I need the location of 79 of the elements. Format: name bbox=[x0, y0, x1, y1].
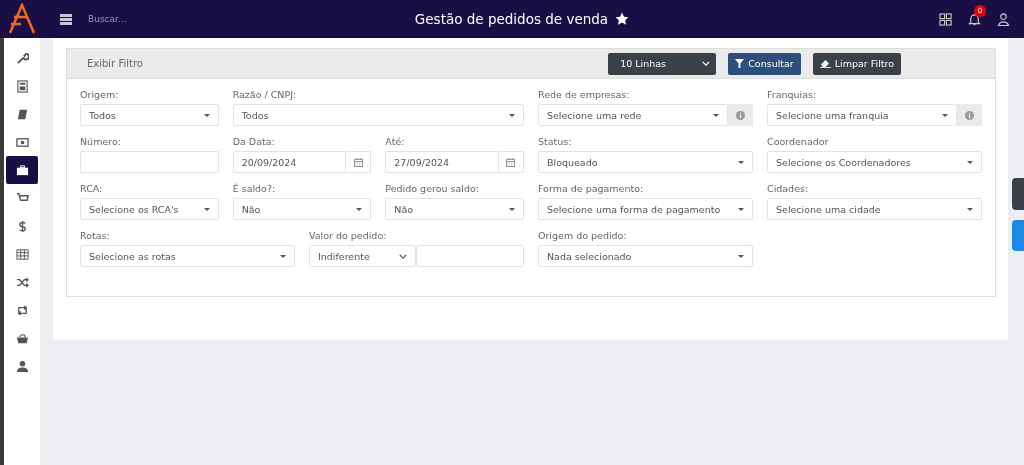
caret-icon bbox=[738, 207, 744, 211]
info-icon bbox=[965, 110, 974, 120]
user-icon bbox=[15, 359, 29, 373]
field-label: Valor do pedido: bbox=[309, 230, 388, 241]
page-title: Gestão de pedidos de venda bbox=[414, 11, 609, 27]
logo-icon bbox=[7, 3, 37, 35]
field-label: Forma de pagamento: bbox=[538, 183, 645, 194]
select-field[interactable]: Todos bbox=[232, 104, 524, 126]
filter-icon bbox=[735, 59, 745, 68]
date-field[interactable]: 27/09/2024 bbox=[385, 151, 499, 173]
select-field[interactable]: Não bbox=[232, 198, 372, 220]
caret-icon bbox=[967, 160, 973, 164]
clear-filter-button[interactable]: Limpar Filtro bbox=[812, 52, 901, 75]
select-field[interactable]: Selecione as rotas bbox=[80, 245, 295, 267]
number-field[interactable] bbox=[80, 151, 219, 173]
caret-icon bbox=[738, 160, 744, 164]
eraser-icon bbox=[819, 59, 831, 68]
table-icon bbox=[15, 247, 29, 261]
date-field[interactable]: 20/09/2024 bbox=[232, 151, 347, 173]
select-field[interactable]: Selecione uma franquia bbox=[767, 104, 957, 126]
caret-icon bbox=[203, 207, 210, 211]
field-label: Pedido gerou saldo: bbox=[385, 183, 480, 194]
calculator-icon bbox=[15, 79, 29, 93]
info-icon bbox=[736, 110, 745, 120]
field-label: Status: bbox=[538, 136, 573, 147]
calendar-icon bbox=[353, 157, 363, 167]
select-field[interactable]: Nada selecionado bbox=[538, 245, 753, 267]
calendar-button[interactable] bbox=[499, 151, 524, 173]
briefcase-icon bbox=[15, 163, 29, 177]
field-label: Até: bbox=[385, 136, 406, 147]
field-label: Origem: bbox=[80, 89, 120, 100]
value-field[interactable] bbox=[416, 245, 524, 267]
select-field[interactable]: Bloqueado bbox=[538, 151, 753, 173]
grid-icon[interactable] bbox=[939, 12, 952, 26]
money-icon bbox=[15, 135, 29, 149]
field-label: Rede de empresas: bbox=[538, 89, 631, 100]
select-field[interactable]: Selecione uma rede bbox=[538, 104, 728, 126]
calendar-button[interactable] bbox=[346, 151, 372, 173]
basket-icon bbox=[15, 331, 29, 345]
caret-icon bbox=[509, 113, 515, 117]
caret-icon bbox=[203, 113, 210, 117]
field-label: Rotas: bbox=[80, 230, 111, 241]
field-label: Coordenador bbox=[767, 136, 830, 147]
field-label: Razão / CNPJ: bbox=[232, 89, 298, 100]
search-button[interactable]: Consultar bbox=[728, 52, 801, 75]
field-label: Número: bbox=[80, 136, 122, 147]
field-label: RCA: bbox=[80, 183, 104, 194]
page-size-select[interactable]: 10 Linhas bbox=[608, 52, 717, 75]
field-label: Franquias: bbox=[767, 89, 818, 100]
star-icon[interactable] bbox=[615, 12, 630, 26]
calendar-icon bbox=[506, 157, 516, 167]
sidebar-item[interactable] bbox=[6, 156, 38, 184]
menu-icon[interactable] bbox=[60, 13, 72, 25]
caret-icon bbox=[942, 113, 948, 117]
chevron-icon bbox=[702, 61, 711, 66]
repeat-icon bbox=[15, 303, 29, 317]
select-field[interactable]: Não bbox=[385, 198, 524, 220]
caret-icon bbox=[738, 254, 744, 258]
chevron-icon bbox=[399, 253, 408, 259]
field-label: Origem do pedido: bbox=[538, 230, 628, 241]
caret-icon bbox=[967, 207, 973, 211]
search-field[interactable]: Buscar... bbox=[86, 13, 210, 25]
select-field[interactable]: Todos bbox=[80, 104, 219, 126]
caret-icon bbox=[356, 207, 363, 211]
field-label: É saldo?: bbox=[232, 183, 277, 194]
select-field[interactable]: Selecione os RCA's bbox=[80, 198, 219, 220]
select-field[interactable]: Indiferente bbox=[309, 245, 417, 267]
caret-icon bbox=[280, 254, 286, 258]
select-field[interactable]: Selecione uma forma de pagamento bbox=[538, 198, 753, 220]
bell-icon[interactable] bbox=[968, 12, 981, 26]
field-label: Cidades: bbox=[767, 183, 810, 194]
field-label: Da Data: bbox=[232, 136, 276, 147]
caret-icon bbox=[509, 207, 515, 211]
shuffle-icon bbox=[15, 275, 29, 289]
caret-icon bbox=[713, 113, 719, 117]
select-field[interactable]: Selecione uma cidade bbox=[767, 198, 982, 220]
select-field[interactable]: Selecione os Coordenadores bbox=[767, 151, 982, 173]
user-icon[interactable] bbox=[997, 12, 1010, 26]
filter-title[interactable]: Exibir Filtro bbox=[87, 58, 143, 69]
